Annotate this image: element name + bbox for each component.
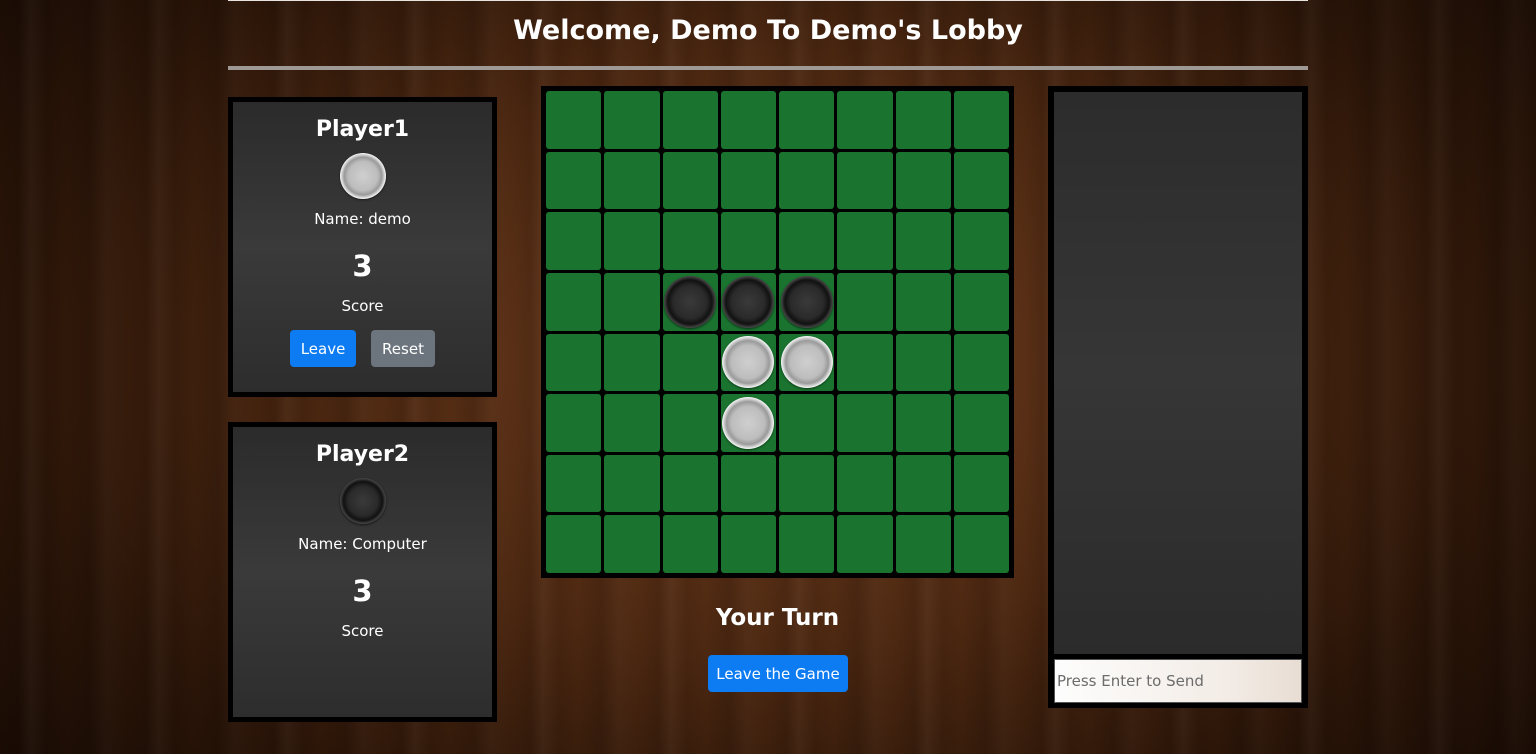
board-cell[interactable] [779, 394, 835, 452]
player1-title: Player1 [315, 117, 410, 142]
board-cell[interactable] [895, 151, 951, 210]
player1-name: Name: demo [314, 210, 411, 228]
board-cell[interactable] [720, 515, 776, 573]
player2-title: Player2 [315, 442, 410, 467]
board-cell[interactable] [604, 515, 660, 573]
board-cell[interactable] [662, 91, 718, 149]
board-cell[interactable] [895, 333, 951, 392]
board-cell[interactable] [953, 394, 1009, 452]
chat-input[interactable] [1054, 659, 1302, 703]
board-cell[interactable] [662, 394, 718, 452]
board-cell[interactable] [837, 333, 893, 392]
board-cell[interactable] [662, 333, 718, 392]
board-cell[interactable] [837, 515, 893, 573]
board-cell[interactable] [546, 333, 602, 392]
header-divider [228, 66, 1308, 70]
white-disc [780, 336, 833, 389]
game-board [541, 86, 1014, 578]
player1-score: 3 [352, 249, 373, 283]
board-cell[interactable] [720, 212, 776, 270]
board-cell[interactable] [953, 151, 1009, 210]
board-cell[interactable] [604, 394, 660, 452]
board-cell[interactable] [953, 515, 1009, 573]
chat-panel [1048, 86, 1308, 708]
black-disc [722, 275, 775, 328]
board-cell[interactable] [779, 272, 835, 331]
board-cell[interactable] [546, 515, 602, 573]
board-cell[interactable] [895, 454, 951, 513]
chat-log [1054, 92, 1302, 654]
board-cell[interactable] [953, 91, 1009, 149]
board-cell[interactable] [604, 272, 660, 331]
board-cell[interactable] [662, 272, 718, 331]
leave-button[interactable]: Leave [290, 330, 356, 367]
board-cell[interactable] [779, 151, 835, 210]
board-cell[interactable] [720, 91, 776, 149]
white-disc [722, 396, 775, 449]
board-cell[interactable] [779, 212, 835, 270]
player1-card: Player1 Name: demo 3 Score Leave Reset [228, 97, 497, 397]
board-cell[interactable] [837, 91, 893, 149]
header-top-line [228, 0, 1308, 1]
board-cell[interactable] [779, 91, 835, 149]
player2-score: 3 [352, 574, 373, 608]
player2-score-label: Score [341, 622, 384, 640]
leave-game-button[interactable]: Leave the Game [708, 655, 848, 692]
board-cell[interactable] [837, 151, 893, 210]
board-cell[interactable] [546, 151, 602, 210]
board-cell[interactable] [604, 333, 660, 392]
white-disc-icon [340, 153, 386, 199]
board-cell[interactable] [953, 212, 1009, 270]
board-cell[interactable] [604, 212, 660, 270]
board-cell[interactable] [662, 515, 718, 573]
board-cell[interactable] [546, 91, 602, 149]
board-cell[interactable] [720, 151, 776, 210]
board-cell[interactable] [546, 212, 602, 270]
board-cell[interactable] [837, 272, 893, 331]
board-cell[interactable] [953, 272, 1009, 331]
board-cell[interactable] [837, 394, 893, 452]
player2-name: Name: Computer [298, 535, 427, 553]
board-cell[interactable] [895, 272, 951, 331]
board-cell[interactable] [546, 272, 602, 331]
reset-button[interactable]: Reset [371, 330, 435, 367]
board-cell[interactable] [953, 454, 1009, 513]
black-disc-icon [340, 478, 386, 524]
board-cell[interactable] [895, 515, 951, 573]
board-cell[interactable] [720, 333, 776, 392]
board-cell[interactable] [779, 333, 835, 392]
board-cell[interactable] [779, 515, 835, 573]
board-cell[interactable] [546, 454, 602, 513]
white-disc [722, 336, 775, 389]
board-cell[interactable] [779, 454, 835, 513]
board-cell[interactable] [837, 454, 893, 513]
board-cell[interactable] [953, 333, 1009, 392]
board-cell[interactable] [895, 394, 951, 452]
black-disc [780, 275, 833, 328]
board-cell[interactable] [720, 394, 776, 452]
page-title: Welcome, Demo To Demo's Lobby [513, 15, 1023, 46]
turn-indicator: Your Turn [715, 605, 840, 631]
board-cell[interactable] [895, 212, 951, 270]
board-cell[interactable] [546, 394, 602, 452]
board-cell[interactable] [837, 212, 893, 270]
board-cell[interactable] [604, 151, 660, 210]
board-cell[interactable] [604, 91, 660, 149]
board-cell[interactable] [662, 151, 718, 210]
board-cell[interactable] [662, 212, 718, 270]
board-cell[interactable] [895, 91, 951, 149]
player1-score-label: Score [341, 297, 384, 315]
board-cell[interactable] [662, 454, 718, 513]
board-cell[interactable] [720, 272, 776, 331]
player2-card: Player2 Name: Computer 3 Score [228, 422, 497, 722]
board-cell[interactable] [720, 454, 776, 513]
black-disc [664, 275, 717, 328]
board-cell[interactable] [604, 454, 660, 513]
